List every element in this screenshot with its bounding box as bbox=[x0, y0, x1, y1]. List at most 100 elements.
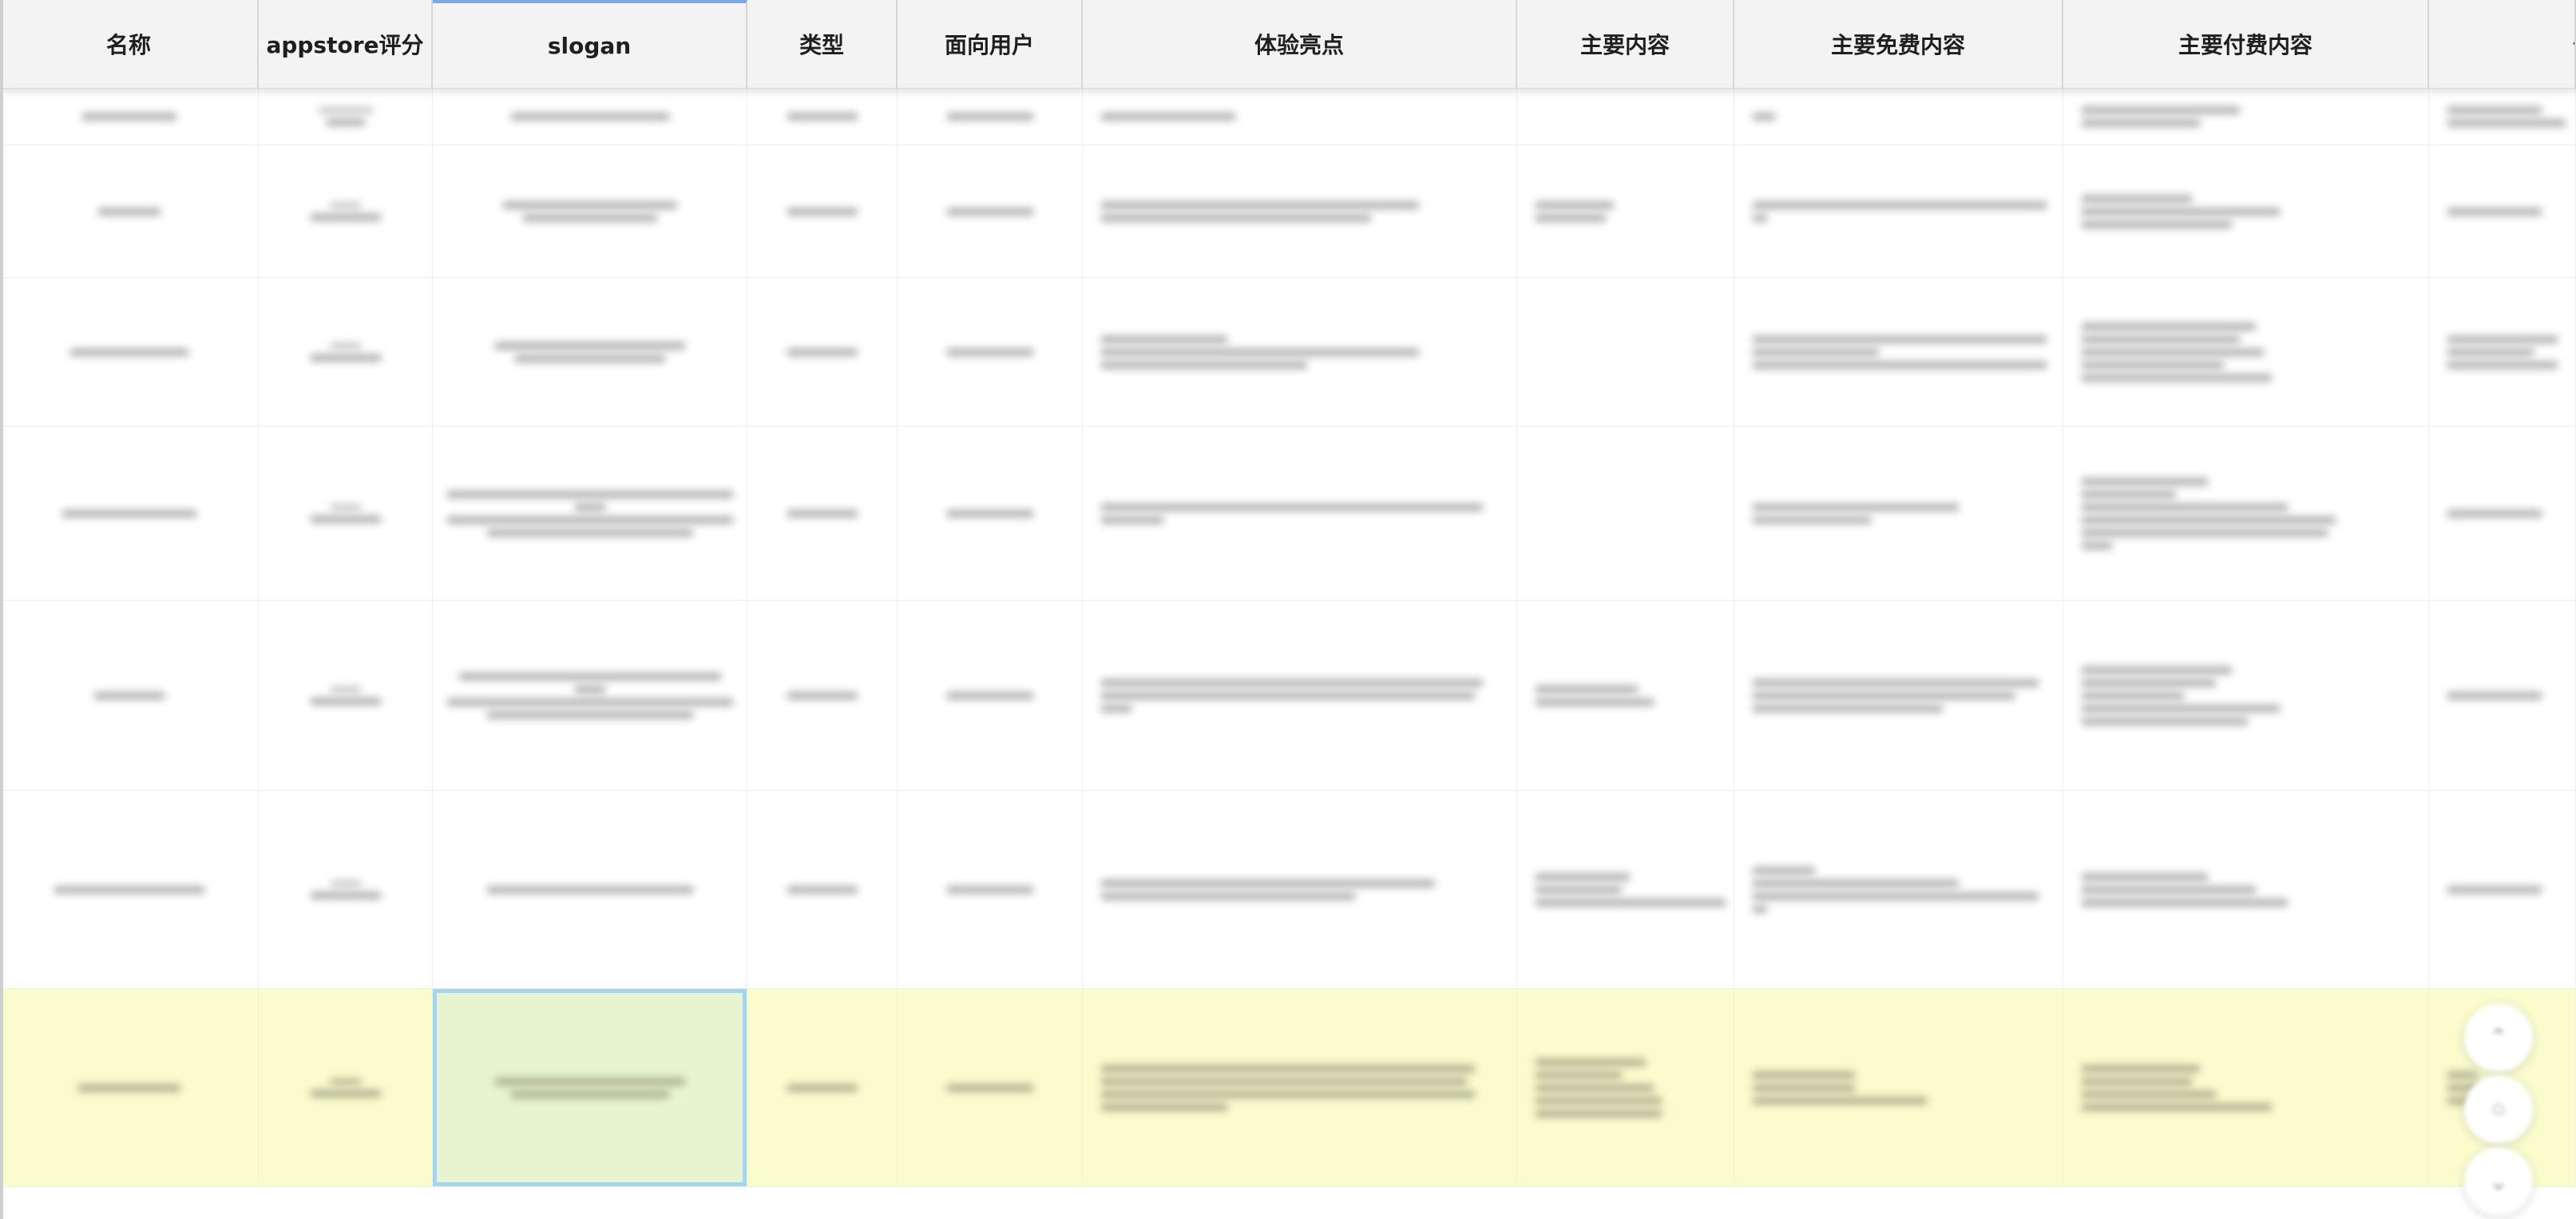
cell-appstore-rating[interactable] bbox=[259, 145, 433, 277]
cell-main-free-content[interactable] bbox=[1734, 427, 2063, 600]
chevron-down-icon[interactable]: ⌄ bbox=[2464, 1147, 2533, 1216]
table-row[interactable] bbox=[0, 427, 2576, 601]
obscured-text bbox=[1535, 213, 1607, 222]
cell-main-paid-content[interactable] bbox=[2063, 88, 2429, 145]
cell-appstore-rating[interactable] bbox=[259, 427, 433, 600]
table-row[interactable] bbox=[0, 278, 2576, 427]
cell-main-paid-content[interactable] bbox=[2063, 145, 2429, 277]
header-main-content[interactable]: 主要内容 bbox=[1517, 0, 1734, 88]
header-appstore-rating[interactable]: appstore评分 bbox=[259, 0, 433, 88]
cell-paid-edge[interactable] bbox=[2429, 278, 2576, 426]
obscured-text bbox=[493, 1077, 686, 1086]
obscured-text bbox=[945, 691, 1034, 700]
cell-appstore-rating[interactable] bbox=[259, 601, 433, 790]
obscured-text bbox=[2081, 373, 2273, 382]
header-slogan[interactable]: slogan bbox=[433, 0, 747, 88]
cell-paid-edge[interactable] bbox=[2429, 145, 2576, 277]
cell-type[interactable] bbox=[747, 88, 898, 145]
cell-name[interactable] bbox=[0, 989, 259, 1186]
cell-slogan[interactable] bbox=[433, 88, 747, 145]
cell-main-free-content[interactable] bbox=[1734, 88, 2063, 145]
obscured-text bbox=[1100, 1090, 1476, 1098]
cell-appstore-rating[interactable] bbox=[259, 989, 433, 1186]
table-row[interactable] bbox=[0, 145, 2576, 278]
cell-target-users[interactable] bbox=[898, 791, 1083, 988]
cell-name[interactable] bbox=[0, 601, 259, 790]
cell-slogan[interactable] bbox=[433, 145, 747, 277]
cell-target-users[interactable] bbox=[898, 989, 1083, 1186]
cell-name[interactable] bbox=[0, 791, 259, 988]
table-row[interactable] bbox=[0, 791, 2576, 989]
cell-experience-highlights[interactable] bbox=[1083, 791, 1517, 988]
header-paid-edge[interactable]: 付 bbox=[2429, 0, 2576, 88]
obscured-text bbox=[2081, 194, 2193, 203]
cell-main-content[interactable] bbox=[1517, 145, 1734, 277]
cell-type[interactable] bbox=[747, 427, 898, 600]
header-main-paid-content[interactable]: 主要付费内容 bbox=[2063, 0, 2429, 88]
cell-paid-edge[interactable] bbox=[2429, 88, 2576, 145]
cell-experience-highlights[interactable] bbox=[1083, 145, 1517, 277]
cell-slogan[interactable] bbox=[433, 427, 747, 600]
cell-target-users[interactable] bbox=[898, 601, 1083, 790]
cell-paid-edge[interactable] bbox=[2429, 427, 2576, 600]
cell-main-content[interactable] bbox=[1517, 88, 1734, 145]
header-type[interactable]: 类型 bbox=[747, 0, 898, 88]
obscured-text bbox=[2081, 105, 2241, 114]
cell-type[interactable] bbox=[747, 791, 898, 988]
cell-main-content[interactable] bbox=[1517, 989, 1734, 1186]
table-row[interactable] bbox=[0, 88, 2576, 145]
cell-paid-edge[interactable] bbox=[2429, 601, 2576, 790]
cell-main-paid-content[interactable] bbox=[2063, 989, 2429, 1186]
cell-main-content[interactable] bbox=[1517, 791, 1734, 988]
cell-target-users[interactable] bbox=[898, 88, 1083, 145]
obscured-text bbox=[2081, 360, 2225, 369]
cell-main-content[interactable] bbox=[1517, 601, 1734, 790]
cell-main-free-content[interactable] bbox=[1734, 145, 2063, 277]
cell-type[interactable] bbox=[747, 145, 898, 277]
cell-main-free-content[interactable] bbox=[1734, 989, 2063, 1186]
cell-appstore-rating[interactable] bbox=[259, 791, 433, 988]
cell-main-paid-content[interactable] bbox=[2063, 601, 2429, 790]
obscured-text bbox=[1535, 1109, 1663, 1118]
cell-name[interactable] bbox=[0, 427, 259, 600]
cell-slogan[interactable] bbox=[433, 791, 747, 988]
obscured-text bbox=[2447, 509, 2542, 518]
cell-main-free-content[interactable] bbox=[1734, 278, 2063, 426]
cell-name[interactable] bbox=[0, 145, 259, 277]
cell-appstore-rating[interactable] bbox=[259, 88, 433, 145]
cell-paid-edge[interactable] bbox=[2429, 791, 2576, 988]
cell-slogan[interactable] bbox=[433, 601, 747, 790]
cell-main-paid-content[interactable] bbox=[2063, 791, 2429, 988]
cell-target-users[interactable] bbox=[898, 145, 1083, 277]
cell-name[interactable] bbox=[0, 278, 259, 426]
cell-name[interactable] bbox=[0, 88, 259, 145]
cell-type[interactable] bbox=[747, 989, 898, 1186]
chevron-up-icon[interactable]: ⌃ bbox=[2464, 1003, 2533, 1072]
cell-main-paid-content[interactable] bbox=[2063, 427, 2429, 600]
header-experience-highlights[interactable]: 体验亮点 bbox=[1083, 0, 1517, 88]
cell-experience-highlights[interactable] bbox=[1083, 601, 1517, 790]
obscured-text bbox=[1535, 898, 1726, 907]
cell-main-content[interactable] bbox=[1517, 278, 1734, 426]
header-name[interactable]: 名称 bbox=[0, 0, 259, 88]
cell-experience-highlights[interactable] bbox=[1083, 278, 1517, 426]
cell-slogan[interactable] bbox=[433, 989, 747, 1186]
cell-main-free-content[interactable] bbox=[1734, 791, 2063, 988]
header-main-free-content[interactable]: 主要免费内容 bbox=[1734, 0, 2063, 88]
cell-main-free-content[interactable] bbox=[1734, 601, 2063, 790]
cell-main-paid-content[interactable] bbox=[2063, 278, 2429, 426]
cell-target-users[interactable] bbox=[898, 278, 1083, 426]
cell-experience-highlights[interactable] bbox=[1083, 88, 1517, 145]
header-target-users[interactable]: 面向用户 bbox=[898, 0, 1083, 88]
cell-experience-highlights[interactable] bbox=[1083, 989, 1517, 1186]
cell-appstore-rating[interactable] bbox=[259, 278, 433, 426]
cell-main-content[interactable] bbox=[1517, 427, 1734, 600]
table-row[interactable] bbox=[0, 989, 2576, 1187]
table-row[interactable] bbox=[0, 601, 2576, 791]
cell-experience-highlights[interactable] bbox=[1083, 427, 1517, 600]
cell-type[interactable] bbox=[747, 278, 898, 426]
cell-slogan[interactable] bbox=[433, 278, 747, 426]
cell-target-users[interactable] bbox=[898, 427, 1083, 600]
circle-icon[interactable]: ○ bbox=[2464, 1075, 2533, 1144]
cell-type[interactable] bbox=[747, 601, 898, 790]
